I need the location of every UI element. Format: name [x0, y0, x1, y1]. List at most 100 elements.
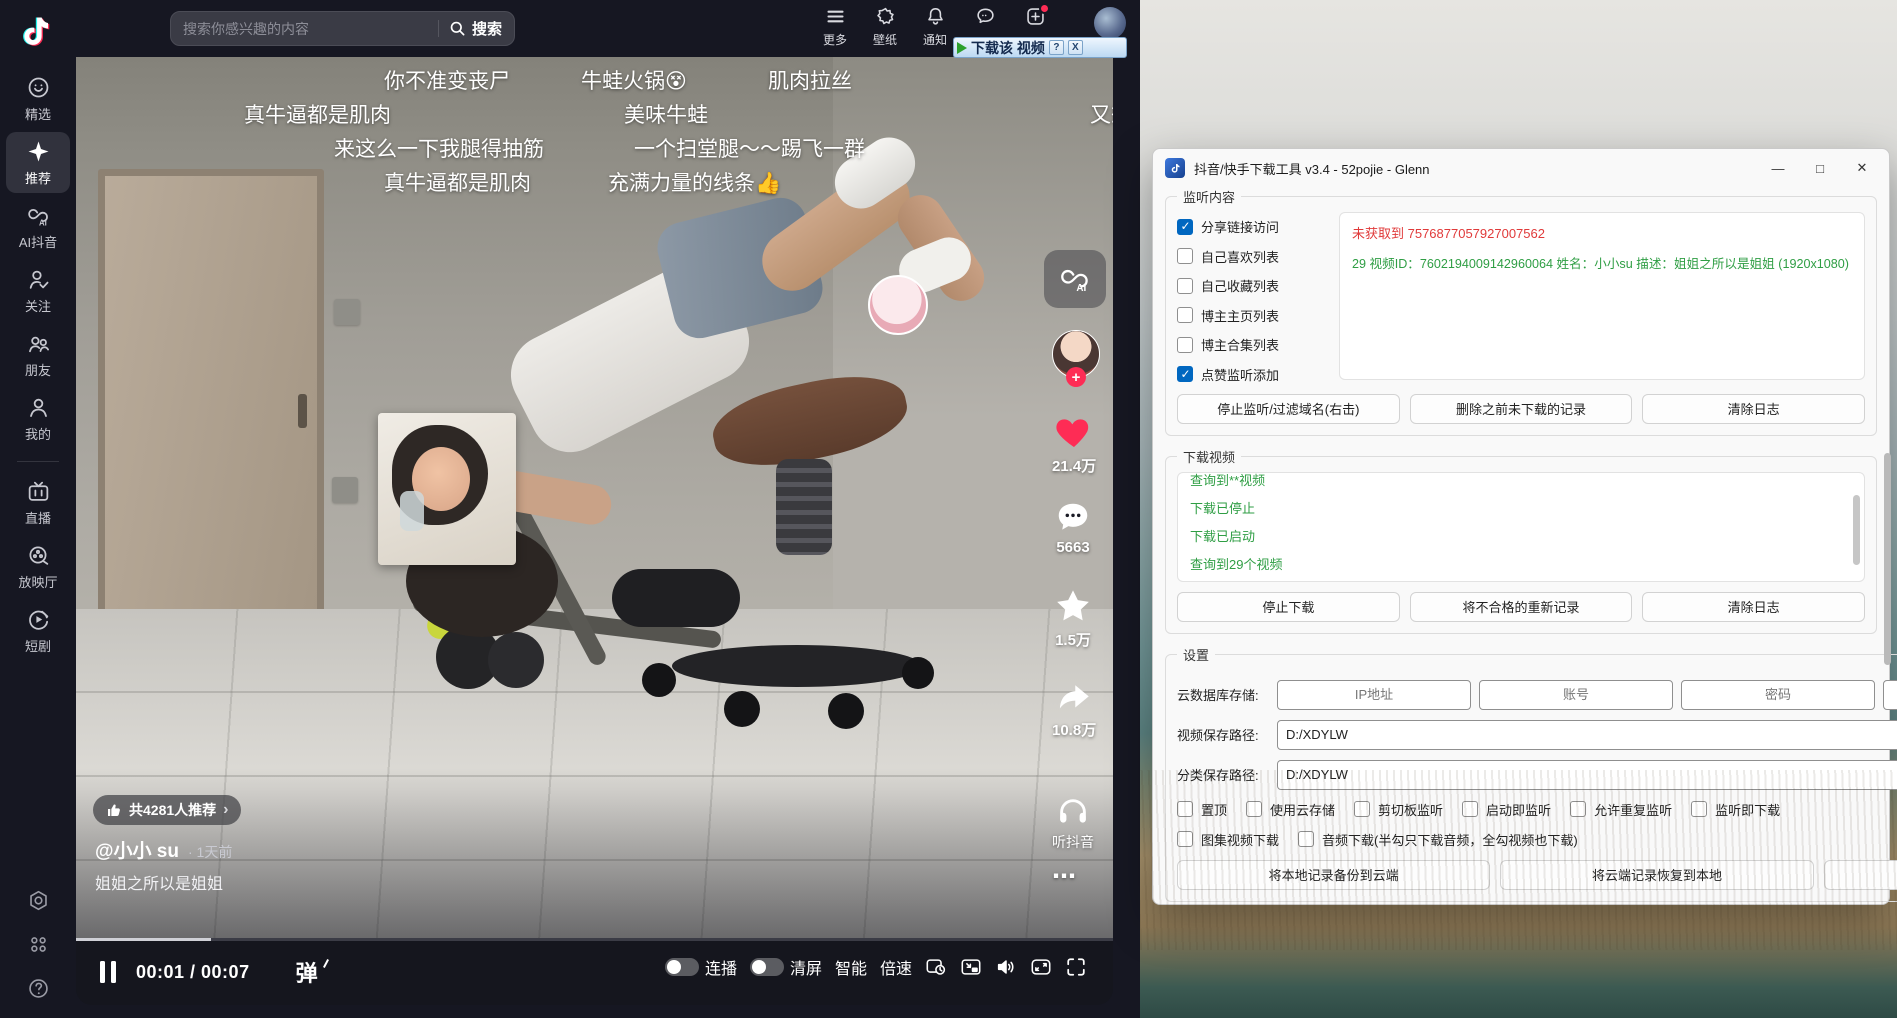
progress-bar[interactable] — [76, 938, 1113, 941]
web-fullscreen-icon[interactable] — [1030, 956, 1052, 978]
listen-log[interactable]: 未获取到 7576877057927007562 29 视频ID：7602194… — [1339, 212, 1865, 380]
option-audio-download[interactable]: 音频下载(半勾只下载音频，全勾视频也下载) — [1298, 830, 1578, 849]
checkbox-box[interactable] — [1570, 801, 1586, 817]
window-scrollbar-thumb[interactable] — [1884, 453, 1891, 665]
playback-speed-button[interactable]: 倍速 — [880, 955, 912, 979]
ai-assistant-button[interactable]: AI — [1044, 250, 1106, 308]
messages-button[interactable] — [968, 6, 1002, 27]
pause-button[interactable] — [100, 961, 116, 983]
checkbox-box[interactable] — [1177, 248, 1193, 264]
checkbox-box[interactable] — [1177, 831, 1193, 847]
follow-plus-button[interactable]: + — [1066, 367, 1086, 387]
overlay-help-button[interactable]: ? — [1049, 40, 1064, 55]
stop-listen-button[interactable]: 停止监听/过滤域名(右击) — [1177, 394, 1400, 424]
checkbox-box[interactable] — [1177, 278, 1193, 294]
log-scrollbar-thumb[interactable] — [1853, 495, 1860, 565]
sidebar-item-featured[interactable]: 精选 — [6, 68, 70, 129]
option-allow-repeat[interactable]: 允许重复监听 — [1570, 800, 1672, 819]
recommend-badge[interactable]: 共4281人推荐 › — [93, 795, 241, 825]
smart-quality-button[interactable]: 智能 — [835, 955, 867, 979]
checkbox-box[interactable] — [1177, 366, 1193, 382]
sidebar-item-live[interactable]: 直播 — [6, 472, 70, 533]
apps-grid-icon[interactable] — [27, 933, 50, 956]
wallpaper-button[interactable]: 壁纸 — [868, 6, 902, 48]
checkbox-box[interactable] — [1177, 337, 1193, 353]
fullscreen-icon[interactable] — [1065, 956, 1087, 978]
favorite-button[interactable]: 1.5万 — [1052, 586, 1094, 650]
checkbox-box[interactable] — [1177, 219, 1193, 235]
class-path-field[interactable] — [1277, 760, 1897, 790]
rail-author-avatar[interactable]: + — [1052, 330, 1100, 378]
ellipsis-icon[interactable]: ⋯ — [1052, 862, 1078, 891]
clear-download-log-button[interactable]: 清除日志 — [1642, 592, 1865, 622]
db-ip-field[interactable] — [1277, 680, 1471, 710]
checkbox-share-link[interactable]: 分享链接访问 — [1177, 217, 1329, 236]
douyin-logo[interactable] — [18, 12, 58, 54]
download-log[interactable]: 查询到**视频 下载已停止 下载已启动 查询到29个视频 — [1177, 472, 1865, 582]
maximize-button[interactable]: □ — [1799, 153, 1841, 183]
sidebar-item-theater[interactable]: 放映厅 — [6, 536, 70, 597]
comment-button[interactable]: 5663 — [1052, 498, 1094, 556]
listen-douyin-button[interactable]: 听抖音 — [1052, 792, 1094, 852]
sidebar-item-ai-douyin[interactable]: AI AI抖音 — [6, 196, 70, 257]
share-button[interactable]: 10.8万 — [1052, 678, 1096, 740]
author-avatar[interactable]: + — [1052, 330, 1100, 378]
help-icon[interactable] — [27, 977, 50, 1000]
delete-undownloaded-button[interactable]: 删除之前未下载的记录 — [1410, 394, 1633, 424]
volume-icon[interactable] — [995, 956, 1017, 978]
checkbox-box[interactable] — [1462, 801, 1478, 817]
settings-gear-icon[interactable] — [27, 889, 50, 912]
sidebar-item-mine[interactable]: 我的 — [6, 388, 70, 449]
clear-screen-toggle[interactable] — [750, 958, 784, 976]
option-gallery-video[interactable]: 图集视频下载 — [1177, 830, 1279, 849]
start-classify-button[interactable]: 开始分类视频(根据博主) — [1824, 860, 1897, 890]
checkbox-box[interactable] — [1177, 801, 1193, 817]
user-avatar[interactable] — [1094, 7, 1126, 39]
autoplay-toggle[interactable] — [665, 958, 699, 976]
checkbox-my-favorites[interactable]: 自己收藏列表 — [1177, 276, 1329, 295]
checkbox-box[interactable] — [1246, 801, 1262, 817]
more-options-button[interactable]: ⋯ — [1052, 862, 1078, 891]
restore-from-cloud-button[interactable]: 将云端记录恢复到本地 — [1500, 860, 1813, 890]
search-bar[interactable]: 搜索 — [170, 11, 515, 46]
stop-download-button[interactable]: 停止下载 — [1177, 592, 1400, 622]
watch-later-icon[interactable] — [925, 956, 947, 978]
close-button[interactable]: ✕ — [1841, 153, 1883, 183]
picture-in-picture-icon[interactable] — [960, 956, 982, 978]
backup-to-cloud-button[interactable]: 将本地记录备份到云端 — [1177, 860, 1490, 890]
video-path-field[interactable] — [1277, 720, 1897, 750]
tool-titlebar[interactable]: 抖音/快手下载工具 v3.4 - 52pojie - Glenn — □ ✕ — [1153, 149, 1889, 187]
checkbox-like-listen-add[interactable]: 点赞监听添加 — [1177, 365, 1329, 384]
option-download-on-listen[interactable]: 监听即下载 — [1691, 800, 1780, 819]
download-video-overlay[interactable]: 下载该 视频 ? X — [953, 37, 1127, 58]
clear-listen-log-button[interactable]: 清除日志 — [1642, 394, 1865, 424]
checkbox-author-home[interactable]: 博主主页列表 — [1177, 306, 1329, 325]
notifications-button[interactable]: 通知 — [918, 6, 952, 48]
db-password-field[interactable] — [1681, 680, 1875, 710]
danmaku-toggle-button[interactable]: 弹 — [296, 956, 318, 988]
checkbox-author-collection[interactable]: 博主合集列表 — [1177, 335, 1329, 354]
search-button[interactable]: 搜索 — [449, 18, 502, 39]
search-input[interactable] — [183, 21, 428, 37]
option-listen-on-start[interactable]: 启动即监听 — [1462, 800, 1551, 819]
checkbox-box[interactable] — [1298, 831, 1314, 847]
author-name[interactable]: @小小 su — [95, 836, 179, 863]
sidebar-item-follow[interactable]: 关注 — [6, 260, 70, 321]
overlay-close-button[interactable]: X — [1068, 40, 1083, 55]
checkbox-box[interactable] — [1354, 801, 1370, 817]
minimize-button[interactable]: — — [1757, 153, 1799, 183]
option-use-cloud[interactable]: 使用云存储 — [1246, 800, 1335, 819]
like-button[interactable]: 21.4万 — [1052, 412, 1096, 476]
checkbox-box[interactable] — [1691, 801, 1707, 817]
sidebar-item-short-drama[interactable]: 短剧 — [6, 600, 70, 661]
db-name-field[interactable] — [1883, 680, 1897, 710]
option-pin-top[interactable]: 置顶 — [1177, 800, 1227, 819]
upload-button[interactable] — [1018, 6, 1052, 27]
more-menu-button[interactable]: 更多 — [818, 6, 852, 48]
checkbox-box[interactable] — [1177, 307, 1193, 323]
rerecord-button[interactable]: 将不合格的重新记录 — [1410, 592, 1633, 622]
sidebar-item-recommend[interactable]: 推荐 — [6, 132, 70, 193]
option-clipboard-listen[interactable]: 剪切板监听 — [1354, 800, 1443, 819]
sidebar-item-friends[interactable]: 朋友 — [6, 324, 70, 385]
checkbox-my-likes[interactable]: 自己喜欢列表 — [1177, 247, 1329, 266]
